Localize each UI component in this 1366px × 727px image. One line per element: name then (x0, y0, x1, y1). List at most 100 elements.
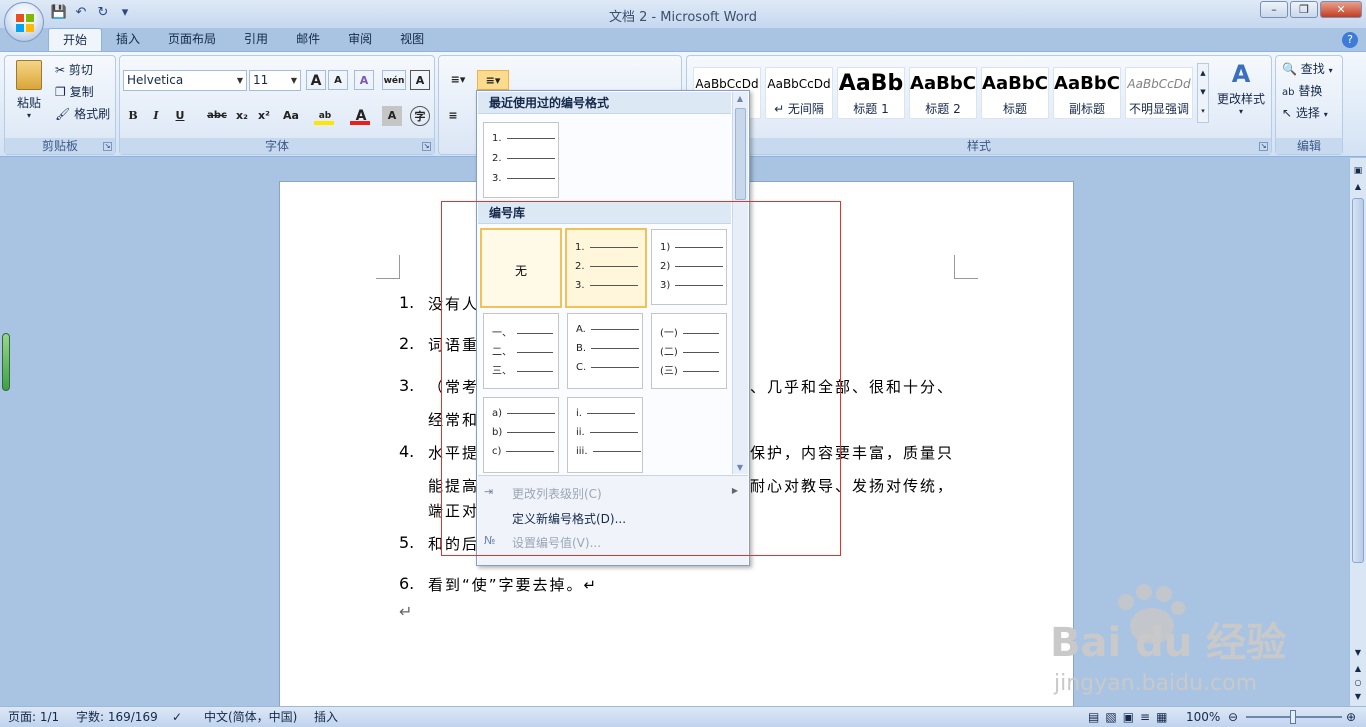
highlight-icon[interactable]: ab (312, 106, 338, 126)
tab-home[interactable]: 开始 (48, 28, 103, 52)
proofing-icon[interactable]: ✓ (172, 707, 182, 727)
shrink-font-icon[interactable]: A (328, 70, 348, 90)
font-color-icon[interactable]: A (348, 106, 374, 126)
clear-format-icon[interactable]: A (354, 70, 374, 90)
font-name-value: Helvetica (127, 73, 184, 87)
zoom-slider[interactable] (1246, 710, 1342, 724)
numbering-option[interactable]: i. ii. iii. (567, 397, 643, 473)
next-page-icon[interactable]: ▼ (1352, 692, 1364, 704)
font-size-combo[interactable]: 11 ▼ (249, 70, 301, 91)
restore-button[interactable]: ❐ (1290, 1, 1318, 18)
tab-view[interactable]: 视图 (386, 28, 438, 52)
scroll-thumb[interactable] (1352, 198, 1364, 563)
copy-button[interactable]: ❐ 复制 (55, 82, 94, 102)
scroll-thumb[interactable] (735, 108, 746, 200)
define-new-number-format-item[interactable]: 定义新编号格式(D)... (512, 510, 626, 527)
italic-button[interactable]: I (146, 106, 166, 126)
language-indicator[interactable]: 中文(简体，中国) (204, 707, 297, 727)
zoom-in-icon[interactable]: ⊕ (1346, 707, 1356, 727)
bold-button[interactable]: B (123, 106, 143, 126)
ruler-toggle-icon[interactable]: ▣ (1352, 166, 1364, 178)
superscript-button[interactable]: x² (254, 106, 274, 126)
resize-handle[interactable] (2, 333, 10, 391)
draft-icon[interactable]: ▦ (1156, 710, 1173, 724)
change-styles-button[interactable]: A 更改样式 ▾ (1213, 60, 1269, 116)
prev-page-icon[interactable]: ▲ (1352, 664, 1364, 676)
set-number-value-icon: № (484, 534, 496, 547)
popup-scrollbar[interactable]: ▲ ▼ (732, 92, 748, 474)
paste-button[interactable]: 粘贴 ▾ (9, 60, 49, 120)
set-numbering-value-item[interactable]: 设置编号值(V)... (512, 534, 601, 551)
numbering-none-option[interactable]: 无 (480, 228, 562, 308)
tab-references[interactable]: 引用 (230, 28, 282, 52)
chevron-down-icon: ▼ (236, 76, 244, 85)
enclose-char-icon[interactable]: 字 (410, 106, 430, 126)
style-heading-2[interactable]: AaBbC 标题 2 (909, 67, 977, 119)
outline-icon[interactable]: ≡ (1140, 710, 1156, 724)
close-button[interactable]: ✕ (1320, 1, 1362, 18)
style-subtle-emphasis[interactable]: AaBbCcDd 不明显强调 (1125, 67, 1193, 119)
print-layout-icon[interactable]: ▤ (1088, 710, 1105, 724)
char-shading-icon[interactable]: A (382, 106, 402, 126)
styles-scroll[interactable]: ▲ ▼ ▾ (1197, 63, 1209, 123)
paste-label: 粘贴 (16, 96, 41, 110)
dialog-launcher-icon[interactable]: ↘ (422, 142, 431, 151)
bullets-icon[interactable]: ≡▾ (443, 70, 473, 90)
recent-format-option[interactable]: 1. 2. 3. (483, 122, 559, 198)
numbering-option[interactable]: 1) 2) 3) (651, 229, 727, 305)
full-screen-reading-icon[interactable]: ▧ (1105, 710, 1122, 724)
phonetic-guide-icon[interactable]: wén (382, 70, 406, 90)
style-title[interactable]: AaBbC 标题 (981, 67, 1049, 119)
font-name-combo[interactable]: Helvetica ▼ (123, 70, 247, 91)
copy-label: 复制 (69, 85, 94, 99)
submenu-arrow-icon: ▶ (731, 486, 738, 495)
underline-button[interactable]: U (170, 106, 190, 126)
title-bar: 💾 ↶ ↻ ▾ 文档 2 - Microsoft Word – ❐ ✕ (0, 0, 1366, 28)
change-list-level-item[interactable]: 更改列表级别(C) (512, 485, 602, 502)
page-count[interactable]: 页面: 1/1 (8, 707, 59, 727)
text-fragment: 、几乎和全部、很和十分、 (750, 378, 955, 396)
dialog-launcher-icon[interactable]: ↘ (103, 142, 112, 151)
cut-button[interactable]: ✂ 剪切 (55, 60, 93, 80)
replace-button[interactable]: ab 替换 (1282, 81, 1322, 101)
format-painter-button[interactable]: 🖌 格式刷 (55, 104, 110, 124)
zoom-out-icon[interactable]: ⊖ (1228, 707, 1238, 727)
scroll-up-icon[interactable]: ▲ (733, 94, 747, 103)
numbering-option[interactable]: 一、 二、 三、 (483, 313, 559, 389)
minimize-button[interactable]: – (1260, 1, 1288, 18)
change-case-button[interactable]: Aa (278, 106, 304, 126)
tab-mailings[interactable]: 邮件 (282, 28, 334, 52)
char-border-icon[interactable]: A (410, 70, 430, 90)
style-subtitle[interactable]: AaBbC 副标题 (1053, 67, 1121, 119)
tab-page-layout[interactable]: 页面布局 (154, 28, 230, 52)
tab-review[interactable]: 审阅 (334, 28, 386, 52)
insert-mode[interactable]: 插入 (314, 707, 338, 727)
word-count[interactable]: 字数: 169/169 (76, 707, 158, 727)
browse-object-icon[interactable]: ○ (1352, 678, 1364, 690)
subscript-button[interactable]: x₂ (232, 106, 252, 126)
watermark-url: jingyan.baidu.com (1053, 671, 1257, 696)
grow-font-icon[interactable]: A (306, 70, 326, 90)
numbering-option[interactable]: (一) (二) (三) (651, 313, 727, 389)
style-heading-1[interactable]: AaBb 标题 1 (837, 67, 905, 119)
tab-insert[interactable]: 插入 (102, 28, 154, 52)
scroll-down-icon[interactable]: ▼ (1352, 648, 1364, 660)
dialog-launcher-icon[interactable]: ↘ (1259, 142, 1268, 151)
web-layout-icon[interactable]: ▣ (1123, 710, 1140, 724)
numbering-option[interactable]: A. B. C. (567, 313, 643, 389)
style-no-spacing[interactable]: AaBbCcDd ↵ 无间隔 (765, 67, 833, 119)
vertical-scrollbar[interactable]: ▣ ▲ ▼ ▲ ○ ▼ (1349, 158, 1366, 706)
zoom-slider-thumb[interactable] (1290, 710, 1296, 724)
scroll-up-icon[interactable]: ▲ (1352, 182, 1364, 194)
numbering-option[interactable]: 1. 2. 3. (565, 228, 647, 308)
office-button[interactable] (4, 2, 44, 42)
align-left-icon[interactable]: ≡ (443, 106, 463, 126)
strikethrough-button[interactable]: abc (204, 106, 230, 126)
numbering-option[interactable]: a) b) c) (483, 397, 559, 473)
find-button[interactable]: 🔍 查找 ▾ (1282, 59, 1333, 79)
zoom-level[interactable]: 100% (1186, 707, 1220, 727)
scroll-down-icon[interactable]: ▼ (733, 463, 747, 472)
numbering-icon[interactable]: ≡▾ (477, 70, 509, 90)
help-icon[interactable]: ? (1342, 32, 1358, 48)
select-button[interactable]: ↖ 选择 ▾ (1282, 103, 1328, 123)
